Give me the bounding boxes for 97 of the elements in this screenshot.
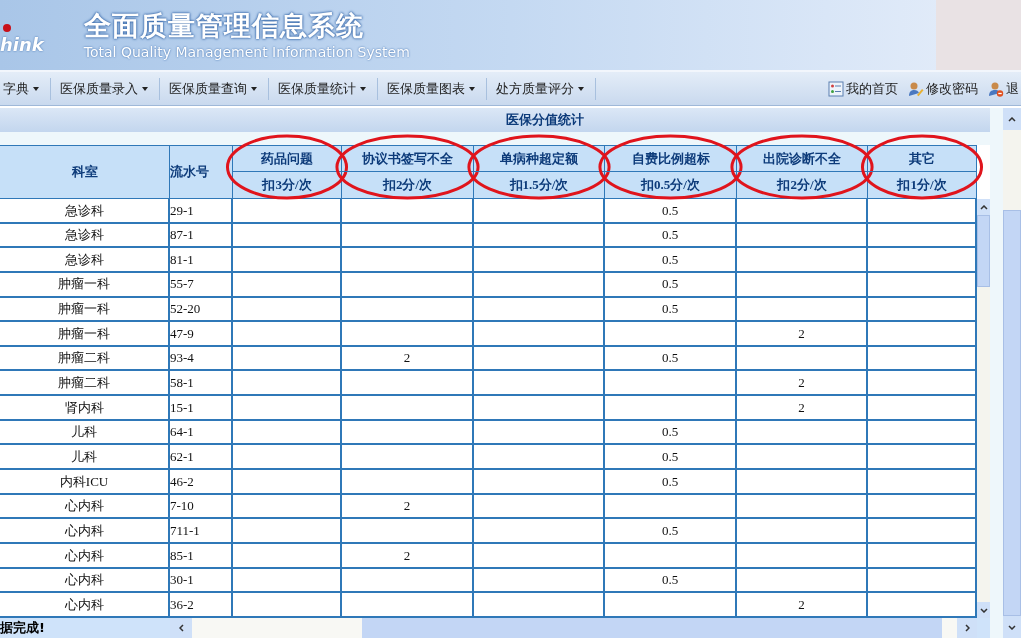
table-cell-text: 0.5 bbox=[661, 201, 679, 220]
table-cell-text: 2 bbox=[798, 398, 805, 417]
scroll-thumb[interactable] bbox=[977, 215, 990, 287]
table-cell-text: 心内科 bbox=[64, 497, 104, 516]
table-cell-text: 58-1 bbox=[170, 374, 194, 393]
deduction-rule: 扣1分/次 bbox=[895, 175, 948, 194]
scroll-thumb[interactable] bbox=[1003, 210, 1021, 616]
table-cell-text: 29-1 bbox=[170, 201, 194, 220]
caret-icon bbox=[251, 86, 257, 91]
page-scrollbar[interactable] bbox=[1003, 108, 1021, 638]
menu-item[interactable]: 医保质量查询 bbox=[166, 78, 260, 99]
column-header: 其它 bbox=[868, 146, 976, 172]
table-cell-text: 0.5 bbox=[661, 275, 679, 294]
deduction-rule: 扣3分/次 bbox=[260, 175, 313, 194]
table-cell-text: 62-1 bbox=[170, 447, 194, 466]
table-cell-text: 0.5 bbox=[661, 349, 679, 368]
table-cell-text: 47-9 bbox=[170, 324, 194, 343]
menu-item[interactable]: 处方质量评分 bbox=[493, 78, 587, 99]
header-link[interactable]: 我的首页 bbox=[828, 78, 898, 99]
caret-icon bbox=[469, 86, 475, 91]
table-cell-text: 0.5 bbox=[661, 423, 679, 442]
table-cell-text: 55-7 bbox=[170, 275, 194, 294]
user-pencil-icon bbox=[908, 80, 924, 97]
table-cell-text: 内科ICU bbox=[59, 472, 109, 491]
table-cell-text: 85-1 bbox=[170, 546, 194, 565]
table-cell-text: 15-1 bbox=[170, 398, 194, 417]
column-header: 药品问题 bbox=[233, 146, 341, 172]
table-cell-text: 0.5 bbox=[661, 250, 679, 269]
table-cell-text: 肿瘤一科 bbox=[58, 324, 110, 343]
table-cell-text: 0.5 bbox=[661, 472, 679, 491]
deduction-rule: 扣0.5分/次 bbox=[639, 175, 701, 194]
header-link[interactable]: 修改密码 bbox=[908, 78, 978, 99]
deduction-rule: 扣2分/次 bbox=[775, 175, 828, 194]
table-cell-text: 急诊科 bbox=[64, 250, 104, 269]
table-cell-text: 2 bbox=[798, 324, 805, 343]
caret-icon bbox=[33, 86, 39, 91]
scroll-thumb[interactable] bbox=[362, 618, 942, 638]
column-header: 单病种超定额 bbox=[474, 146, 604, 172]
table-cell-text: 急诊科 bbox=[64, 201, 104, 220]
header-link[interactable]: 退 bbox=[988, 78, 1019, 99]
table-cell-text: 81-1 bbox=[170, 250, 194, 269]
table-cell-text: 30-1 bbox=[170, 571, 194, 590]
table-cell-text: 46-2 bbox=[170, 472, 194, 491]
table-cell-text: 52-20 bbox=[170, 300, 201, 319]
menu-item[interactable]: 字典 bbox=[0, 78, 42, 99]
column-header: 出院诊断不全 bbox=[737, 146, 867, 172]
scroll-up-icon bbox=[1003, 108, 1021, 130]
table-cell-text: 心内科 bbox=[64, 571, 104, 590]
table-cell-text: 心内科 bbox=[64, 595, 104, 614]
column-header: 流水号 bbox=[170, 146, 233, 198]
system-subtitle: Total Quality Management Information System bbox=[83, 43, 410, 61]
table-cell-text: 急诊科 bbox=[64, 226, 104, 245]
deduction-rule: 扣1.5分/次 bbox=[508, 175, 570, 194]
system-title: 全面质量管理信息系统 bbox=[83, 9, 365, 43]
status-text: 据完成! bbox=[0, 619, 46, 638]
table-cell-text: 36-2 bbox=[170, 595, 194, 614]
table-cell-text: 64-1 bbox=[170, 423, 194, 442]
menu-item[interactable]: 医保质量统计 bbox=[275, 78, 369, 99]
caret-icon bbox=[142, 86, 148, 91]
table-cell-text: 0.5 bbox=[661, 571, 679, 590]
logo-text: hink bbox=[0, 36, 44, 54]
table-cell-text: 心内科 bbox=[64, 521, 104, 540]
table-cell-text: 87-1 bbox=[170, 226, 194, 245]
column-header: 协议书签写不全 bbox=[342, 146, 473, 172]
caret-icon bbox=[360, 86, 366, 91]
table-cell-text: 儿科 bbox=[71, 423, 97, 442]
scroll-up-icon bbox=[977, 199, 990, 215]
list-icon bbox=[828, 80, 844, 97]
table-cell-text: 2 bbox=[403, 546, 411, 565]
table-cell-text: 93-4 bbox=[170, 349, 194, 368]
table-cell-text: 肿瘤一科 bbox=[58, 300, 110, 319]
table-cell-text: 2 bbox=[403, 349, 411, 368]
table-cell-text: 0.5 bbox=[661, 521, 679, 540]
table-cell-text: 肿瘤二科 bbox=[58, 349, 110, 368]
table-cell-text: 2 bbox=[403, 497, 411, 516]
table-cell-text: 0.5 bbox=[661, 226, 679, 245]
table-cell-text: 2 bbox=[798, 595, 805, 614]
table-cell-text: 心内科 bbox=[64, 546, 104, 565]
menu-item[interactable]: 医保质量录入 bbox=[57, 78, 151, 99]
column-header: 科室 bbox=[0, 146, 170, 198]
user-minus-icon bbox=[988, 80, 1004, 97]
vertical-scrollbar[interactable] bbox=[977, 199, 990, 618]
table-cell-text: 711-1 bbox=[170, 521, 200, 540]
table-cell-text: 7-10 bbox=[170, 497, 194, 516]
table-cell-text: 肿瘤一科 bbox=[58, 275, 110, 294]
table-cell-text: 0.5 bbox=[661, 300, 679, 319]
table-cell-text: 2 bbox=[798, 374, 805, 393]
table-cell-text: 0.5 bbox=[661, 447, 679, 466]
table-cell-text: 肾内科 bbox=[64, 398, 104, 417]
table-cell-text: 儿科 bbox=[71, 447, 97, 466]
caret-icon bbox=[578, 86, 584, 91]
scroll-down-icon bbox=[1003, 616, 1021, 638]
column-header: 自费比例超标 bbox=[605, 146, 736, 172]
panel-title: 医保分值统计 bbox=[0, 108, 990, 132]
menu-item[interactable]: 医保质量图表 bbox=[384, 78, 478, 99]
table-cell-text: 肿瘤二科 bbox=[58, 374, 110, 393]
deduction-rule: 扣2分/次 bbox=[381, 175, 434, 194]
